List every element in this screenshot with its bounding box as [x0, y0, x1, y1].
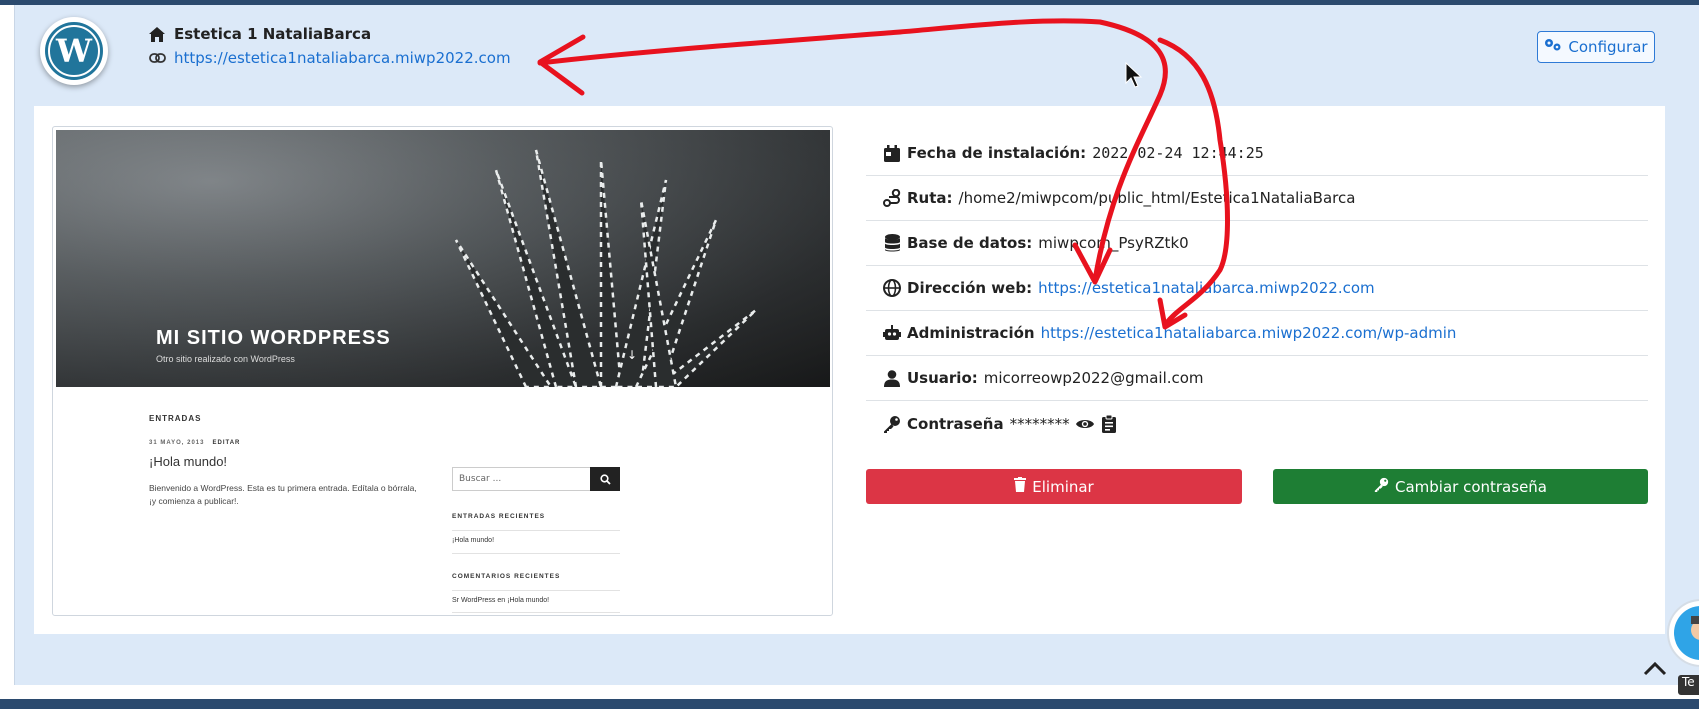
- site-url-link[interactable]: https://estetica1nataliabarca.miwp2022.c…: [148, 49, 511, 67]
- web-address-row: Dirección web: https://estetica1nataliab…: [866, 266, 1648, 311]
- preview-recent-comment-item: Sr WordPress en ¡Hola mundo!: [452, 597, 550, 604]
- path-row: Ruta: /home2/miwpcom/public_html/Estetic…: [866, 176, 1648, 221]
- bottom-bar: [0, 699, 1699, 709]
- key-icon: [1374, 477, 1389, 496]
- clipboard-icon[interactable]: [1100, 414, 1118, 433]
- web-address-link[interactable]: https://estetica1nataliabarca.miwp2022.c…: [1038, 279, 1375, 297]
- install-date-label: Fecha de instalación:: [907, 144, 1087, 162]
- preview-divider: [452, 590, 620, 591]
- preview-hero-image: MI SITIO WORDPRESS Otro sitio realizado …: [56, 130, 830, 387]
- database-row: Base de datos: miwpcom_PsyRZtk0: [866, 221, 1648, 266]
- site-name: Estetica 1 NataliaBarca: [174, 25, 372, 43]
- preview-recent-posts-label: ENTRADAS RECIENTES: [452, 513, 546, 520]
- web-address-label: Dirección web:: [907, 279, 1033, 297]
- preview-search-icon: [590, 467, 620, 491]
- gears-icon: [1544, 38, 1562, 56]
- change-password-button[interactable]: Cambiar contraseña: [1273, 469, 1648, 504]
- path-value: /home2/miwpcom/public_html/Estetica1Nata…: [958, 189, 1356, 207]
- preview-post-date: 31 MAYO, 2013: [149, 440, 205, 446]
- preview-divider: [452, 612, 620, 613]
- scroll-top-chevron-icon[interactable]: [1643, 660, 1667, 676]
- site-url-text[interactable]: https://estetica1nataliabarca.miwp2022.c…: [174, 49, 511, 67]
- site-title: Estetica 1 NataliaBarca: [148, 25, 371, 43]
- configure-label: Configurar: [1568, 38, 1648, 56]
- preview-scroll-arrow: ↓: [627, 348, 638, 362]
- preview-post-title: ¡Hola mundo!: [149, 454, 228, 469]
- password-label: Contraseña: [907, 414, 1004, 433]
- user-label: Usuario:: [907, 369, 978, 387]
- preview-divider: [452, 553, 620, 554]
- database-icon: [883, 234, 901, 252]
- preview-recent-comments-label: COMENTARIOS RECIENTES: [452, 573, 561, 580]
- install-date-row: Fecha de instalación: 2022-02-24 12:44:2…: [866, 131, 1648, 176]
- robot-icon: [883, 324, 901, 342]
- user-icon: [883, 369, 901, 387]
- admin-link[interactable]: https://estetica1nataliabarca.miwp2022.c…: [1041, 324, 1457, 342]
- password-row: Contraseña ********: [866, 401, 1648, 446]
- calendar-icon: [883, 144, 901, 162]
- delete-label: Eliminar: [1032, 477, 1094, 496]
- site-preview-thumbnail[interactable]: MI SITIO WORDPRESS Otro sitio realizado …: [52, 126, 833, 616]
- user-value: micorreowp2022@gmail.com: [983, 369, 1204, 387]
- preview-divider: [452, 530, 620, 531]
- route-icon: [883, 189, 901, 207]
- home-icon: [148, 25, 166, 43]
- preview-post-meta: 31 MAYO, 2013 EDITAR: [149, 440, 240, 446]
- delete-button[interactable]: Eliminar: [866, 469, 1242, 504]
- key-icon: [883, 415, 901, 433]
- admin-label: Administración: [907, 324, 1035, 342]
- preview-post-edit: EDITAR: [212, 440, 241, 446]
- configure-button[interactable]: Configurar: [1537, 31, 1655, 63]
- preview-hero-subtitle: Otro sitio realizado con WordPress: [156, 354, 295, 364]
- svg-text:W: W: [55, 32, 93, 70]
- user-row: Usuario: micorreowp2022@gmail.com: [866, 356, 1648, 401]
- link-icon: [148, 49, 166, 67]
- password-value: ********: [1009, 414, 1070, 433]
- trash-icon: [1014, 477, 1027, 496]
- preview-hero-title: MI SITIO WORDPRESS: [156, 327, 391, 349]
- chat-assistant-avatar[interactable]: [1667, 592, 1699, 676]
- chat-tooltip: Te: [1678, 675, 1699, 695]
- database-value: miwpcom_PsyRZtk0: [1038, 234, 1189, 252]
- install-date-value: 2022-02-24 12:44:25: [1092, 144, 1264, 162]
- path-label: Ruta:: [907, 189, 953, 207]
- admin-row: Administración https://estetica1nataliab…: [866, 311, 1648, 356]
- preview-section-label: ENTRADAS: [149, 414, 202, 423]
- preview-recent-post-item: ¡Hola mundo!: [452, 537, 495, 544]
- database-label: Base de datos:: [907, 234, 1033, 252]
- eye-icon[interactable]: [1075, 415, 1094, 433]
- globe-icon: [883, 279, 901, 297]
- mouse-cursor-icon: [1125, 61, 1143, 92]
- wordpress-logo-icon: W: [40, 17, 108, 85]
- preview-post-excerpt: Bienvenido a WordPress. Esta es tu prime…: [149, 483, 417, 506]
- change-password-label: Cambiar contraseña: [1394, 477, 1547, 496]
